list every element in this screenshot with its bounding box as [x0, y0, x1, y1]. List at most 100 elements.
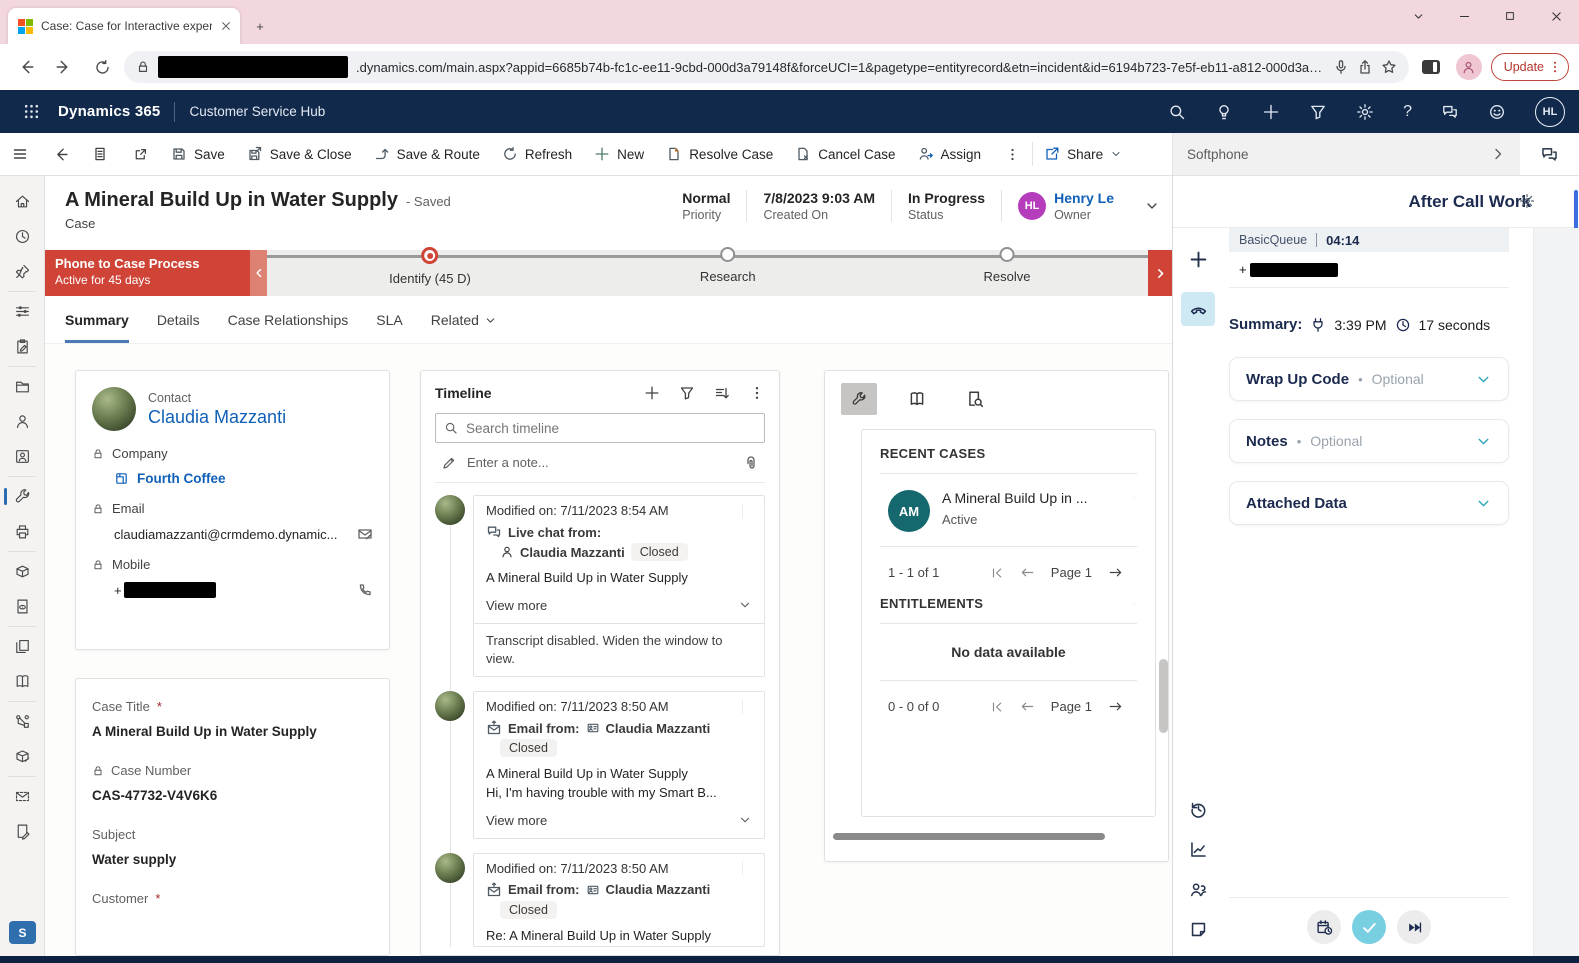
- widget-settings-icon[interactable]: [1519, 193, 1535, 209]
- favorite-star-icon[interactable]: [1381, 59, 1397, 75]
- sidebar-recent-icon[interactable]: [0, 219, 45, 254]
- resolve-case-button[interactable]: Resolve Case: [655, 133, 784, 175]
- settings-gear-icon[interactable]: [1356, 103, 1374, 121]
- next-page-icon[interactable]: [1108, 699, 1123, 714]
- tab-sla[interactable]: SLA: [376, 312, 402, 343]
- site-map-icon[interactable]: [0, 133, 40, 175]
- entry-menu-icon[interactable]: [742, 700, 756, 714]
- call-phone-icon[interactable]: [357, 582, 373, 598]
- assign-button[interactable]: Assign: [907, 133, 993, 175]
- case-title-value[interactable]: A Mineral Build Up in Water Supply: [92, 724, 373, 739]
- sidebar-queues-icon[interactable]: [0, 514, 45, 549]
- sidebar-home-icon[interactable]: [0, 184, 45, 219]
- sidebar-documents-icon[interactable]: [0, 814, 45, 849]
- stage-resolve[interactable]: Resolve: [984, 247, 1031, 284]
- email-value[interactable]: claudiamazzanti@crmdemo.dynamic...: [114, 527, 337, 542]
- browser-tab[interactable]: Case: Case for Interactive experie: [8, 8, 240, 44]
- attach-icon[interactable]: [743, 455, 759, 471]
- stage-identify[interactable]: Identify (45 D): [389, 247, 471, 286]
- tab-search-icon[interactable]: [1395, 0, 1441, 32]
- vertical-scrollbar-thumb[interactable]: [1159, 659, 1168, 733]
- view-more-link[interactable]: View more: [474, 588, 764, 623]
- recent-case-row[interactable]: AM A Mineral Build Up in ... Active: [880, 486, 1137, 534]
- entry-contact-link[interactable]: Claudia Mazzanti: [520, 545, 625, 560]
- send-email-icon[interactable]: [357, 526, 373, 542]
- contacts-icon[interactable]: [1173, 880, 1223, 899]
- sidebar-cases-icon[interactable]: [0, 479, 45, 514]
- sidebar-products-icon[interactable]: [0, 739, 45, 774]
- maximize-icon[interactable]: [1487, 0, 1533, 32]
- timeline-more-icon[interactable]: [749, 385, 765, 401]
- notes-icon[interactable]: [1173, 920, 1223, 939]
- section-menu-icon[interactable]: [1123, 597, 1137, 611]
- schedule-followup-button[interactable]: [1307, 910, 1341, 944]
- split-screen-icon[interactable]: [1415, 51, 1447, 83]
- stage-research[interactable]: Research: [700, 247, 756, 284]
- header-expand-icon[interactable]: [1144, 198, 1160, 214]
- sidebar-contacts-icon[interactable]: [0, 404, 45, 439]
- first-page-icon[interactable]: [990, 700, 1004, 714]
- process-scroll-left-icon[interactable]: [250, 250, 267, 296]
- first-page-icon[interactable]: [990, 566, 1004, 580]
- share-button[interactable]: Share: [1033, 133, 1133, 175]
- related-cases-tool-icon[interactable]: [841, 383, 877, 415]
- process-scroll-right-icon[interactable]: [1148, 250, 1172, 296]
- search-icon[interactable]: [1168, 103, 1186, 121]
- tab-summary[interactable]: Summary: [65, 312, 129, 343]
- owner-link[interactable]: Henry Le: [1054, 190, 1114, 206]
- tab-close-icon[interactable]: [220, 20, 232, 32]
- browser-menu-icon[interactable]: [1548, 60, 1562, 74]
- sidebar-articles-icon[interactable]: [0, 664, 45, 699]
- note-composer[interactable]: Enter a note...: [435, 443, 765, 483]
- new-tab-button[interactable]: +: [246, 12, 274, 40]
- minimize-icon[interactable]: [1441, 0, 1487, 32]
- sidebar-accounts-icon[interactable]: [0, 369, 45, 404]
- knowledge-articles-tool-icon[interactable]: [899, 383, 935, 415]
- forward-icon[interactable]: [48, 51, 80, 83]
- active-call-tab-icon[interactable]: [1181, 292, 1215, 326]
- call-history-icon[interactable]: [1173, 800, 1223, 819]
- form-list-icon[interactable]: [80, 133, 120, 175]
- sidebar-dashboards-icon[interactable]: [0, 294, 45, 329]
- timeline-sort-icon[interactable]: [714, 385, 730, 401]
- company-link[interactable]: Fourth Coffee: [137, 471, 226, 486]
- sidebar-pinned-icon[interactable]: [0, 254, 45, 289]
- more-commands-icon[interactable]: [992, 133, 1032, 175]
- address-bar[interactable]: .dynamics.com/main.aspx?appid=6685b74b-f…: [124, 51, 1409, 83]
- browser-update-button[interactable]: Update: [1491, 53, 1569, 81]
- save-and-route-button[interactable]: Save & Route: [363, 133, 491, 175]
- new-button[interactable]: New: [583, 133, 655, 175]
- next-page-icon[interactable]: [1108, 565, 1123, 580]
- collapse-panel-icon[interactable]: [1490, 146, 1506, 162]
- sidebar-knowledge-search-icon[interactable]: [0, 589, 45, 624]
- sidebar-templates-icon[interactable]: [0, 629, 45, 664]
- tab-details[interactable]: Details: [157, 312, 200, 343]
- back-icon[interactable]: [10, 51, 42, 83]
- sidebar-knowledge-icon[interactable]: [0, 554, 45, 589]
- area-switcher-button[interactable]: S: [9, 921, 36, 944]
- feedback-chat-icon[interactable]: [1441, 103, 1459, 121]
- popout-icon[interactable]: [120, 133, 160, 175]
- timeline-search-input[interactable]: [466, 421, 756, 436]
- user-avatar[interactable]: HL: [1535, 97, 1565, 127]
- complete-acw-button[interactable]: [1352, 910, 1386, 944]
- share-icon[interactable]: [1357, 59, 1373, 75]
- sidebar-social-profiles-icon[interactable]: [0, 439, 45, 474]
- row-menu-icon[interactable]: [1123, 490, 1137, 504]
- smiley-icon[interactable]: [1488, 103, 1506, 121]
- tab-related[interactable]: Related: [431, 312, 497, 343]
- sidebar-activities-icon[interactable]: [0, 329, 45, 364]
- entry-menu-icon[interactable]: [742, 861, 756, 875]
- prev-page-icon[interactable]: [1020, 699, 1035, 714]
- mic-icon[interactable]: [1333, 59, 1349, 75]
- help-icon[interactable]: ?: [1403, 103, 1412, 121]
- prev-page-icon[interactable]: [1020, 565, 1035, 580]
- browser-profile-avatar[interactable]: [1453, 51, 1485, 83]
- timeline-filter-icon[interactable]: [679, 385, 695, 401]
- wrap-up-code-expander[interactable]: Wrap Up Code • Optional: [1229, 357, 1509, 401]
- lightbulb-icon[interactable]: [1215, 103, 1233, 121]
- app-name[interactable]: Customer Service Hub: [189, 104, 325, 119]
- cancel-case-button[interactable]: Cancel Case: [784, 133, 906, 175]
- timeline-add-icon[interactable]: [644, 385, 660, 401]
- waffle-icon[interactable]: [14, 95, 48, 129]
